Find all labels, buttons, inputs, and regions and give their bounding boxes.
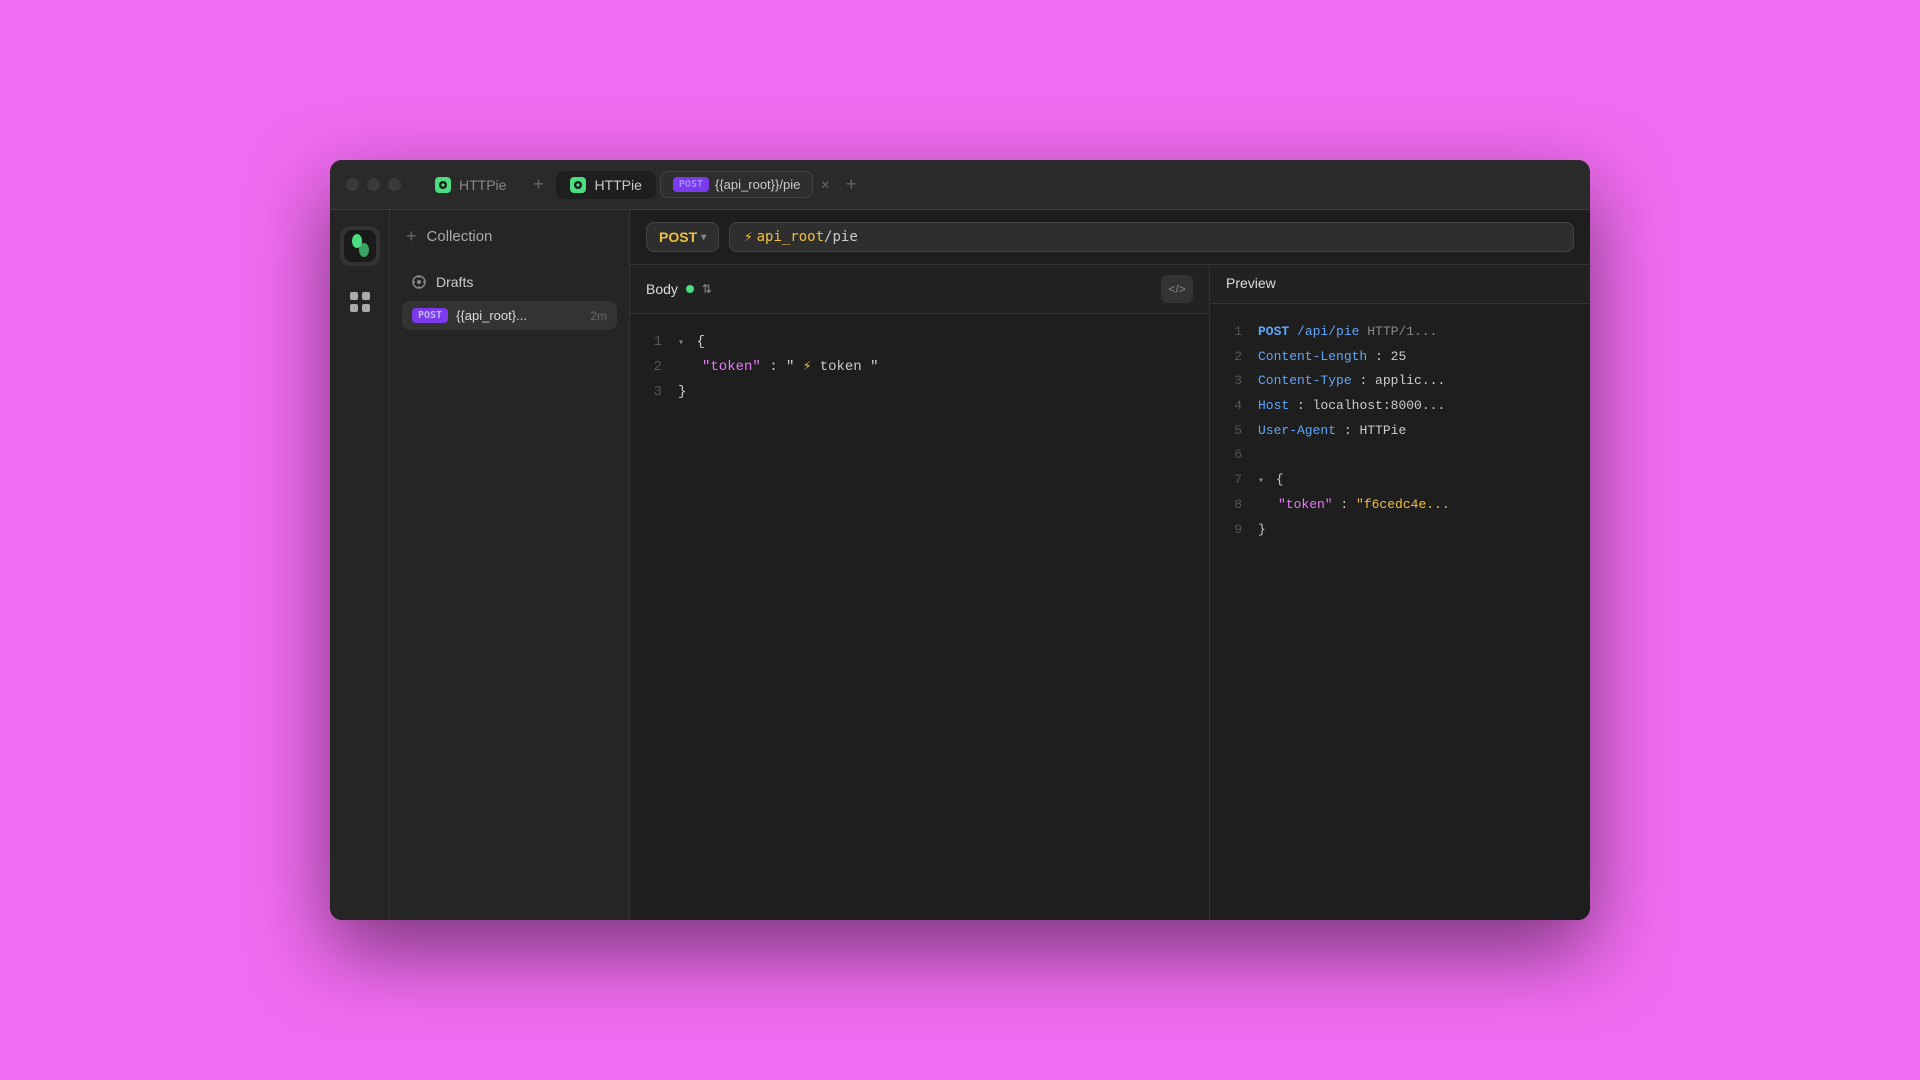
- preview-panel-header: Preview: [1210, 265, 1590, 304]
- token-var: token: [820, 359, 870, 375]
- tab-1[interactable]: HTTPie: [421, 171, 520, 199]
- preview-line-8: 8 "token" : "f6cedc4e...: [1226, 493, 1574, 518]
- preview-line-5: 5 User-Agent : HTTPie: [1226, 419, 1574, 444]
- url-path: /pie: [824, 229, 858, 245]
- code-toggle-icon: </>: [1168, 282, 1185, 296]
- body-panel-title: Body: [646, 281, 678, 297]
- add-collection-button[interactable]: +: [406, 226, 417, 247]
- body-status-dot: [686, 285, 694, 293]
- collections-header: + Collection: [390, 210, 629, 259]
- preview-panel-title: Preview: [1226, 275, 1276, 291]
- drafts-header[interactable]: Drafts: [402, 267, 617, 297]
- code-line-1: 1 ▾ {: [646, 330, 1193, 355]
- traffic-lights: [346, 178, 401, 191]
- httpie-logo-icon: [344, 230, 376, 262]
- minimize-button[interactable]: [367, 178, 380, 191]
- sidebar-item-httpie[interactable]: [340, 226, 380, 266]
- preview-method: POST: [1258, 324, 1289, 339]
- method-selector[interactable]: POST ▾: [646, 222, 719, 252]
- preview-line-3: 3 Content-Type : applic...: [1226, 369, 1574, 394]
- tab-1-icon: [435, 177, 451, 193]
- collections-panel: + Collection Drafts: [390, 210, 630, 920]
- preview-line-1: 1 POST /api/pie HTTP/1...: [1226, 320, 1574, 345]
- maximize-button[interactable]: [388, 178, 401, 191]
- tab-2-add[interactable]: +: [837, 171, 865, 199]
- request-method-badge: POST: [412, 308, 448, 323]
- token-key: "token": [702, 359, 761, 375]
- drafts-icon: [410, 273, 428, 291]
- drafts-section: Drafts POST {{api_root}... 2m: [390, 259, 629, 342]
- request-time: 2m: [590, 309, 607, 323]
- close-button[interactable]: [346, 178, 359, 191]
- body-panel-header: Body ⇅ </>: [630, 265, 1209, 314]
- method-label: POST: [659, 229, 697, 245]
- line-num-2: 2: [646, 355, 662, 380]
- preview-line-6: 6: [1226, 443, 1574, 468]
- content-area: POST ▾ ⚡ api_root /pie Body ⇅: [630, 210, 1590, 920]
- preview-line-4: 4 Host : localhost:8000...: [1226, 394, 1574, 419]
- line-num-1: 1: [646, 330, 662, 355]
- bolt-inline-icon: ⚡: [803, 359, 811, 375]
- tab-2-close[interactable]: ✕: [817, 177, 833, 193]
- url-tab-pill[interactable]: POST {{api_root}}/pie: [660, 171, 813, 198]
- drafts-label: Drafts: [436, 274, 473, 290]
- code-toggle-button[interactable]: </>: [1161, 275, 1193, 303]
- url-bolt-icon: ⚡: [744, 229, 752, 245]
- method-chevron-icon: ▾: [701, 232, 706, 243]
- body-sort-icon[interactable]: ⇅: [702, 282, 712, 296]
- body-panel: Body ⇅ </> 1 ▾: [630, 265, 1210, 920]
- tab-bar: HTTPie + HTTPie POST {{api_root}}/pie ✕: [421, 171, 1574, 199]
- tab-2-label: HTTPie: [594, 177, 641, 193]
- code-area[interactable]: 1 ▾ { 2 "token" : " ⚡: [630, 314, 1209, 920]
- url-variable: api_root: [757, 229, 824, 245]
- line-num-3: 3: [646, 380, 662, 405]
- preview-area: 1 POST /api/pie HTTP/1... 2 Content-: [1210, 304, 1590, 920]
- preview-line-9: 9 }: [1226, 518, 1574, 543]
- sidebar-icons: [330, 210, 390, 920]
- titlebar: HTTPie + HTTPie POST {{api_root}}/pie ✕: [330, 160, 1590, 210]
- preview-panel: Preview 1 POST /api/pie HTTP/1...: [1210, 265, 1590, 920]
- collapse-arrow-icon: ▾: [678, 338, 684, 349]
- open-brace: {: [696, 334, 704, 350]
- request-name: {{api_root}...: [456, 308, 582, 323]
- panels: Body ⇅ </> 1 ▾: [630, 265, 1590, 920]
- app-window: HTTPie + HTTPie POST {{api_root}}/pie ✕: [330, 160, 1590, 920]
- code-line-2: 2 "token" : " ⚡ token ": [646, 355, 1193, 380]
- tab-url-text: {{api_root}}/pie: [715, 177, 800, 192]
- post-badge-tab: POST: [673, 177, 709, 192]
- collections-label: Collection: [427, 228, 493, 245]
- tab-2[interactable]: HTTPie: [556, 171, 655, 199]
- url-input[interactable]: ⚡ api_root /pie: [729, 222, 1574, 252]
- tab-1-label: HTTPie: [459, 177, 506, 193]
- preview-collapse-icon: ▾: [1258, 476, 1264, 487]
- request-item[interactable]: POST {{api_root}... 2m: [402, 301, 617, 330]
- sidebar-item-apps[interactable]: [340, 282, 380, 322]
- preview-line-7: 7 ▾ {: [1226, 468, 1574, 493]
- code-line-3: 3 }: [646, 380, 1193, 405]
- close-brace: }: [678, 384, 686, 400]
- preview-line-2: 2 Content-Length : 25: [1226, 345, 1574, 370]
- tab-1-add[interactable]: +: [524, 171, 552, 199]
- url-bar: POST ▾ ⚡ api_root /pie: [630, 210, 1590, 265]
- main-layout: + Collection Drafts: [330, 210, 1590, 920]
- tab-2-icon: [570, 177, 586, 193]
- grid-icon: [350, 292, 370, 312]
